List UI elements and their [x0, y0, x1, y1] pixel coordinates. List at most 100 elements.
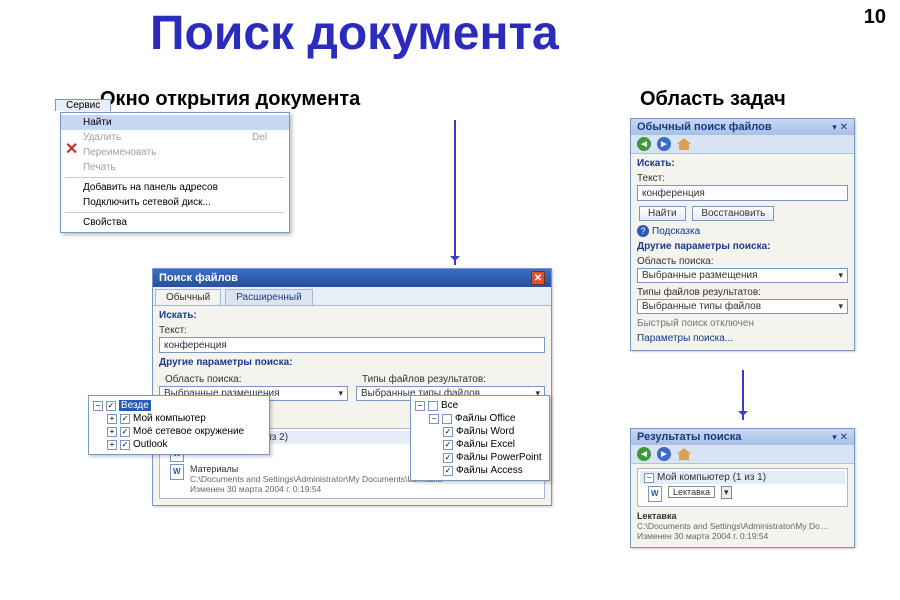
tree-row[interactable]: + ✓ Outlook	[93, 438, 265, 451]
ctx-separator	[65, 212, 285, 213]
result-name: Lектавка	[668, 486, 715, 498]
checkbox[interactable]: ✓	[443, 453, 453, 463]
tree-label: Файлы Excel	[456, 439, 515, 450]
tab-advanced[interactable]: Расширенный	[225, 289, 312, 305]
tree-label: Мой компьютер	[133, 413, 206, 424]
tree-row[interactable]: ✓Файлы PowerPoint	[415, 451, 545, 464]
forward-icon[interactable]: ►	[657, 447, 671, 461]
detail-meta: Изменен 30 марта 2004 г. 0:19:54	[637, 531, 848, 541]
ctx-item-delete[interactable]: Удалить Del	[61, 130, 289, 145]
ctx-item-find[interactable]: Найти	[61, 115, 289, 130]
ctx-item-properties[interactable]: Свойства	[61, 215, 289, 230]
other-params-label: Другие параметры поиска:	[159, 357, 545, 368]
forward-icon[interactable]: ►	[657, 137, 671, 151]
tools-context-menu: Сервис ✕ Найти Удалить Del Переименовать…	[60, 112, 290, 233]
chevron-down-icon[interactable]: ▾	[832, 122, 837, 132]
expand-icon[interactable]: −	[415, 401, 425, 411]
word-doc-icon	[170, 464, 184, 480]
find-button[interactable]: Найти	[639, 206, 686, 221]
location-label: Область поиска:	[637, 256, 848, 267]
close-icon[interactable]: ✕	[531, 271, 545, 285]
ctx-item-print[interactable]: Печать	[61, 160, 289, 175]
checkbox[interactable]: ✓	[120, 427, 130, 437]
expand-icon[interactable]: −	[93, 401, 103, 411]
arrow-to-dialog	[454, 120, 456, 265]
home-icon[interactable]	[677, 448, 691, 460]
expand-icon[interactable]: +	[107, 440, 117, 450]
tools-menu-tab[interactable]: Сервис	[55, 99, 111, 111]
hint-link[interactable]: Подсказка	[652, 226, 700, 237]
fast-search-disabled-label: Быстрый поиск отключен	[637, 318, 848, 329]
checkbox[interactable]	[442, 414, 452, 424]
taskpane-title: Обычный поиск файлов	[637, 121, 772, 133]
taskpane-toolbar: ◄ ►	[631, 445, 854, 464]
checkbox[interactable]: ✓	[120, 440, 130, 450]
ctx-label: Удалить	[83, 132, 121, 143]
tree-row[interactable]: + ✓ Мой компьютер	[93, 412, 265, 425]
back-icon[interactable]: ◄	[637, 137, 651, 151]
checkbox[interactable]: ✓	[443, 427, 453, 437]
back-icon[interactable]: ◄	[637, 447, 651, 461]
dialog-title: Поиск файлов	[159, 272, 238, 284]
dd-value: Выбранные типы файлов	[642, 301, 761, 312]
checkbox[interactable]: ✓	[120, 414, 130, 424]
expand-icon[interactable]: −	[429, 414, 439, 424]
tab-basic[interactable]: Обычный	[155, 289, 221, 305]
arrow-to-results-pane	[742, 370, 744, 420]
tree-label: Файлы PowerPoint	[456, 452, 542, 463]
taskpane-header[interactable]: Обычный поиск файлов ▾ ✕	[631, 119, 854, 135]
taskpane-toolbar: ◄ ►	[631, 135, 854, 154]
chevron-down-icon[interactable]: ▾	[832, 432, 837, 442]
help-icon[interactable]: ?	[637, 225, 649, 237]
taskpane-basic-search: Обычный поиск файлов ▾ ✕ ◄ ► Искать: Тек…	[630, 118, 855, 351]
tree-row-root[interactable]: − Все	[415, 399, 545, 412]
filetypes-popup: − Все − Файлы Office ✓Файлы Word ✓Файлы …	[410, 395, 550, 481]
search-options-link[interactable]: Параметры поиска...	[637, 333, 848, 344]
chevron-down-icon[interactable]: ▾	[721, 486, 732, 499]
ctx-item-rename[interactable]: Переименовать	[61, 145, 289, 160]
collapse-icon[interactable]: −	[644, 473, 654, 483]
group-label: Мой компьютер (1 из 1)	[657, 472, 766, 483]
expand-icon[interactable]: +	[107, 427, 117, 437]
result-name: Материалы	[190, 464, 442, 474]
expand-icon[interactable]: +	[107, 414, 117, 424]
ctx-label: Переименовать	[83, 147, 156, 158]
tree-row[interactable]: ✓Файлы Word	[415, 425, 545, 438]
result-row[interactable]: Lектавка ▾	[648, 486, 837, 502]
dialog-titlebar[interactable]: Поиск файлов ✕	[153, 269, 551, 287]
home-icon[interactable]	[677, 138, 691, 150]
search-section-label: Искать:	[159, 310, 545, 321]
checkbox[interactable]	[428, 401, 438, 411]
types-dropdown[interactable]: Выбранные типы файлов	[637, 299, 848, 314]
ctx-item-add-address[interactable]: Добавить на панель адресов	[61, 180, 289, 195]
ctx-label: Свойства	[83, 217, 127, 228]
search-text-input[interactable]: конференция	[159, 337, 545, 353]
ctx-item-map-drive[interactable]: Подключить сетевой диск...	[61, 195, 289, 210]
checkbox[interactable]: ✓	[443, 466, 453, 476]
types-label: Типы файлов результатов:	[637, 287, 848, 298]
location-dropdown[interactable]: Выбранные размещения	[637, 268, 848, 283]
delete-glyph-icon: ✕	[65, 139, 78, 159]
types-label: Типы файлов результатов:	[362, 374, 539, 385]
checkbox[interactable]: ✓	[106, 401, 116, 411]
tree-label: Все	[441, 400, 458, 411]
tree-row[interactable]: − Файлы Office	[415, 412, 545, 425]
tree-row-root[interactable]: − ✓ Везде	[93, 399, 265, 412]
result-meta: Изменен 30 марта 2004 г. 0:19:54	[190, 484, 442, 494]
search-text-input[interactable]: конференция	[637, 185, 848, 201]
tree-label: Файлы Word	[456, 426, 514, 437]
restore-button[interactable]: Восстановить	[692, 206, 774, 221]
ctx-label: Печать	[83, 162, 116, 173]
taskpane-results: Результаты поиска ▾ ✕ ◄ ► − Мой компьюте…	[630, 428, 855, 548]
ctx-separator	[65, 177, 285, 178]
taskpane-title: Результаты поиска	[637, 431, 741, 443]
checkbox[interactable]: ✓	[443, 440, 453, 450]
results-group-header[interactable]: − Мой компьютер (1 из 1)	[640, 471, 845, 484]
slide-number: 10	[864, 6, 886, 29]
tree-row[interactable]: + ✓ Моё сетевое окружение	[93, 425, 265, 438]
tree-row[interactable]: ✓Файлы Access	[415, 464, 545, 477]
search-section-label: Искать:	[637, 158, 848, 169]
taskpane-header[interactable]: Результаты поиска ▾ ✕	[631, 429, 854, 445]
tree-row[interactable]: ✓Файлы Excel	[415, 438, 545, 451]
text-label: Текст:	[159, 325, 545, 336]
